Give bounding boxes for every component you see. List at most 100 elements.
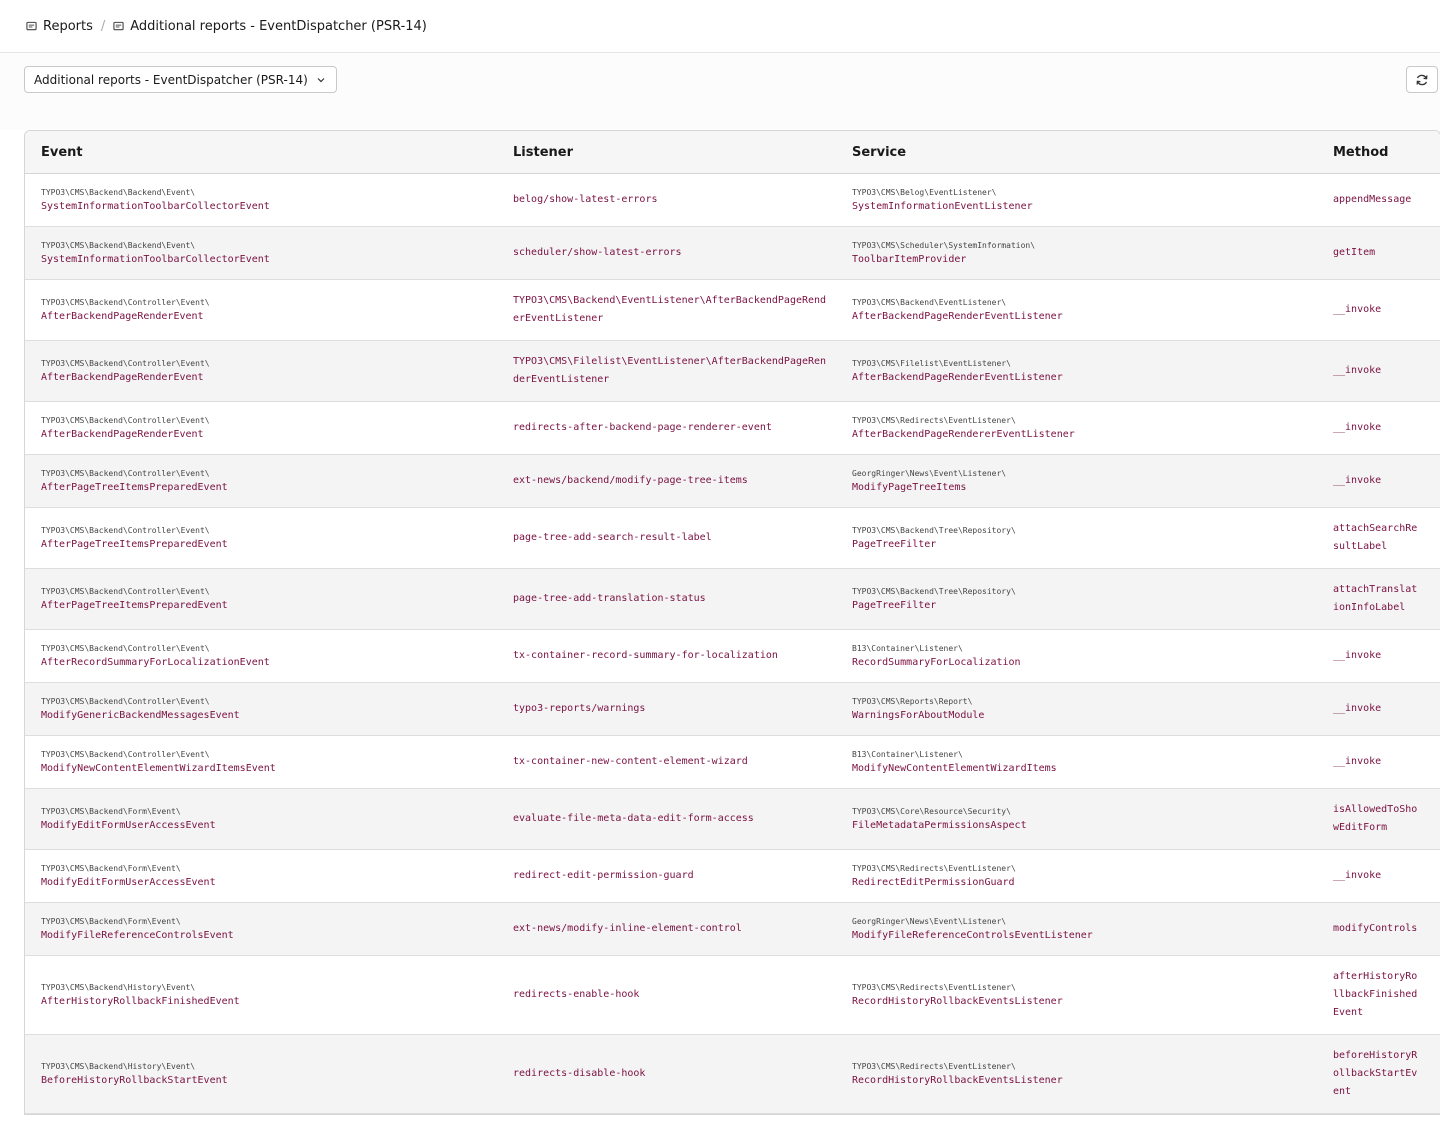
- service-cell: TYPO3\CMS\Reports\Report\ WarningsForAbou…: [836, 682, 1317, 736]
- listener-identifier: ext-news/modify-inline-element-control: [513, 923, 742, 934]
- method-cell: appendMessage: [1317, 173, 1440, 227]
- listener-cell: tx-container-new-content-element-wizard: [497, 735, 836, 789]
- method-name: getItem: [1333, 247, 1376, 258]
- event-cell: TYPO3\CMS\Backend\Controller\Event\ After…: [25, 454, 497, 508]
- event-class: ModifyEditFormUserAccessEvent: [41, 820, 216, 831]
- listener-cell: redirects-disable-hook: [497, 1034, 836, 1114]
- event-namespace: TYPO3\CMS\Backend\Backend\Event\: [41, 188, 196, 197]
- service-cell: TYPO3\CMS\Belog\EventListener\ SystemInfo…: [836, 173, 1317, 227]
- listener-cell: redirect-edit-permission-guard: [497, 849, 836, 903]
- report-select[interactable]: Additional reports - EventDispatcher (PS…: [24, 66, 337, 93]
- event-namespace: TYPO3\CMS\Backend\Form\Event\: [41, 807, 181, 816]
- service-namespace: GeorgRinger\News\Event\Listener\: [852, 469, 1007, 478]
- listener-cell: page-tree-add-translation-status: [497, 568, 836, 630]
- service-namespace: B13\Container\Listener\: [852, 644, 963, 653]
- table-row: TYPO3\CMS\Backend\History\Event\ AfterHis…: [25, 955, 1440, 1035]
- event-table: Event Listener Service Method TYPO3\CMS\…: [24, 130, 1440, 1115]
- method-name: __invoke: [1333, 365, 1382, 376]
- listener-cell: belog/show-latest-errors: [497, 173, 836, 227]
- breadcrumb-item-reports[interactable]: Reports: [26, 19, 93, 34]
- service-namespace: GeorgRinger\News\Event\Listener\: [852, 917, 1007, 926]
- event-cell: TYPO3\CMS\Backend\Controller\Event\ After…: [25, 340, 497, 402]
- column-header-listener: Listener: [497, 131, 836, 174]
- service-class: RedirectEditPermissionGuard: [852, 877, 1015, 888]
- service-cell: TYPO3\CMS\Scheduler\SystemInformation\ To…: [836, 226, 1317, 280]
- event-cell: TYPO3\CMS\Backend\Controller\Event\ After…: [25, 507, 497, 569]
- method-cell: __invoke: [1317, 849, 1440, 903]
- event-namespace: TYPO3\CMS\Backend\History\Event\: [41, 983, 196, 992]
- listener-identifier: redirects-enable-hook: [513, 989, 640, 1000]
- event-cell: TYPO3\CMS\Backend\Controller\Event\ After…: [25, 568, 497, 630]
- listener-identifier: redirects-disable-hook: [513, 1068, 646, 1079]
- service-cell: TYPO3\CMS\Redirects\EventListener\ Record…: [836, 955, 1317, 1035]
- method-name: __invoke: [1333, 703, 1382, 714]
- report-select-value: Additional reports - EventDispatcher (PS…: [34, 72, 308, 87]
- service-cell: B13\Container\Listener\ RecordSummaryForL…: [836, 629, 1317, 683]
- event-class: AfterBackendPageRenderEvent: [41, 429, 204, 440]
- method-cell: __invoke: [1317, 454, 1440, 508]
- listener-identifier: TYPO3\CMS\Backend\EventListener\AfterBac…: [513, 295, 827, 324]
- listener-identifier: ext-news/backend/modify-page-tree-items: [513, 475, 748, 486]
- method-name: isAllowedToShowEditForm: [1333, 804, 1418, 833]
- service-class: AfterBackendPageRenderEventListener: [852, 311, 1063, 322]
- event-namespace: TYPO3\CMS\Backend\Form\Event\: [41, 864, 181, 873]
- service-namespace: B13\Container\Listener\: [852, 750, 963, 759]
- listener-cell: ext-news/backend/modify-page-tree-items: [497, 454, 836, 508]
- method-name: appendMessage: [1333, 194, 1412, 205]
- method-cell: __invoke: [1317, 682, 1440, 736]
- breadcrumb: Reports / Additional reports - EventDisp…: [0, 0, 1440, 53]
- event-namespace: TYPO3\CMS\Backend\Controller\Event\: [41, 526, 210, 535]
- table-row: TYPO3\CMS\Backend\Backend\Event\ SystemIn…: [25, 173, 1440, 227]
- service-cell: GeorgRinger\News\Event\Listener\ ModifyFi…: [836, 902, 1317, 956]
- method-name: modifyControls: [1333, 923, 1418, 934]
- listener-identifier: belog/show-latest-errors: [513, 194, 658, 205]
- listener-identifier: page-tree-add-search-result-label: [513, 532, 712, 543]
- service-cell: GeorgRinger\News\Event\Listener\ ModifyPa…: [836, 454, 1317, 508]
- event-class: ModifyFileReferenceControlsEvent: [41, 930, 234, 941]
- service-cell: TYPO3\CMS\Filelist\EventListener\ AfterBa…: [836, 340, 1317, 402]
- method-cell: isAllowedToShowEditForm: [1317, 788, 1440, 850]
- refresh-button[interactable]: [1406, 66, 1438, 93]
- listener-cell: page-tree-add-search-result-label: [497, 507, 836, 569]
- event-namespace: TYPO3\CMS\Backend\Controller\Event\: [41, 416, 210, 425]
- reports-icon: [26, 21, 37, 30]
- table-row: TYPO3\CMS\Backend\Form\Event\ ModifyEditF…: [25, 788, 1440, 850]
- listener-identifier: typo3-reports/warnings: [513, 703, 646, 714]
- method-name: __invoke: [1333, 870, 1382, 881]
- service-class: PageTreeFilter: [852, 600, 937, 611]
- event-cell: TYPO3\CMS\Backend\Controller\Event\ Modif…: [25, 735, 497, 789]
- method-name: afterHistoryRollbackFinishedEvent: [1333, 971, 1418, 1018]
- listener-identifier: tx-container-new-content-element-wizard: [513, 756, 748, 767]
- service-cell: TYPO3\CMS\Redirects\EventListener\ Redire…: [836, 849, 1317, 903]
- table-row: TYPO3\CMS\Backend\Controller\Event\ After…: [25, 507, 1440, 569]
- event-cell: TYPO3\CMS\Backend\Controller\Event\ After…: [25, 401, 497, 455]
- service-class: PageTreeFilter: [852, 539, 937, 550]
- listener-cell: scheduler/show-latest-errors: [497, 226, 836, 280]
- event-class: ModifyEditFormUserAccessEvent: [41, 877, 216, 888]
- service-class: ModifyNewContentElementWizardItems: [852, 763, 1057, 774]
- chevron-down-icon: [317, 77, 325, 82]
- column-header-event: Event: [25, 131, 497, 174]
- method-name: __invoke: [1333, 475, 1382, 486]
- listener-identifier: tx-container-record-summary-for-localiza…: [513, 650, 778, 661]
- method-name: __invoke: [1333, 304, 1382, 315]
- event-namespace: TYPO3\CMS\Backend\Controller\Event\: [41, 587, 210, 596]
- service-namespace: TYPO3\CMS\Filelist\EventListener\: [852, 359, 1011, 368]
- method-cell: attachSearchResultLabel: [1317, 507, 1440, 569]
- listener-cell: redirects-after-backend-page-renderer-ev…: [497, 401, 836, 455]
- table-row: TYPO3\CMS\Backend\Form\Event\ ModifyEditF…: [25, 849, 1440, 903]
- column-header-method: Method: [1317, 131, 1440, 174]
- service-cell: TYPO3\CMS\Redirects\EventListener\ AfterB…: [836, 401, 1317, 455]
- service-class: ToolbarItemProvider: [852, 254, 967, 265]
- event-class: SystemInformationToolbarCollectorEvent: [41, 254, 270, 265]
- service-namespace: TYPO3\CMS\Backend\Tree\Repository\: [852, 526, 1016, 535]
- listener-identifier: page-tree-add-translation-status: [513, 593, 706, 604]
- service-namespace: TYPO3\CMS\Redirects\EventListener\: [852, 864, 1016, 873]
- table-row: TYPO3\CMS\Backend\History\Event\ BeforeHi…: [25, 1034, 1440, 1114]
- event-class: AfterHistoryRollbackFinishedEvent: [41, 996, 240, 1007]
- breadcrumb-label: Additional reports - EventDispatcher (PS…: [130, 18, 427, 34]
- table-row: TYPO3\CMS\Backend\Controller\Event\ Modif…: [25, 735, 1440, 789]
- event-cell: TYPO3\CMS\Backend\History\Event\ AfterHis…: [25, 955, 497, 1035]
- service-cell: TYPO3\CMS\Core\Resource\Security\ FileMet…: [836, 788, 1317, 850]
- listener-cell: redirects-enable-hook: [497, 955, 836, 1035]
